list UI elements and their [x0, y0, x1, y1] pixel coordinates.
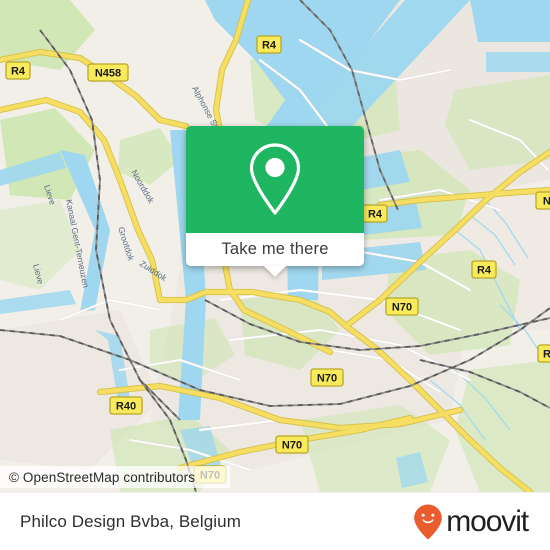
road-shield-label: R4	[262, 40, 277, 52]
road-shield-label: N70	[317, 373, 337, 385]
road-shield-label: N70	[282, 440, 302, 452]
road-shield-label: R4	[543, 349, 550, 361]
place-title: Philco Design Bvba, Belgium	[20, 511, 241, 531]
footer-bar: Philco Design Bvba, Belgium moovit	[0, 492, 550, 550]
moovit-map-screenshot: .water{fill:#9ed7ef;} .greenarea{fill:#c…	[0, 0, 550, 550]
map-attribution: © OpenStreetMap contributors	[0, 466, 230, 488]
popup-action-bar[interactable]: Take me there	[186, 233, 364, 266]
road-shield-label: R40	[116, 401, 136, 413]
road-shield-label: R4	[11, 66, 26, 78]
road-shield: R40	[109, 396, 143, 415]
road-shield-label: R4	[368, 209, 383, 221]
popup-tail	[264, 266, 286, 277]
road-shield: R4	[471, 260, 497, 279]
road-shield: N458	[87, 63, 129, 82]
moovit-pin-icon	[414, 504, 443, 539]
map-pin-icon	[249, 142, 301, 215]
road-shield: R4	[537, 344, 550, 363]
road-shield: N70	[310, 368, 344, 387]
road-shield-label: R4	[477, 265, 492, 277]
road-shield-label: N70	[392, 302, 412, 314]
moovit-logo[interactable]: moovit	[413, 503, 529, 541]
take-me-there-popup[interactable]: Take me there	[186, 126, 364, 277]
road-shield: N70	[275, 435, 309, 454]
road-shield: N708	[535, 191, 550, 210]
road-shield: R4	[362, 204, 388, 223]
road-shield-label: N708	[543, 196, 550, 208]
road-shield: N70	[385, 297, 419, 316]
road-shield-label: N458	[95, 68, 121, 80]
road-shield: R4	[5, 61, 31, 80]
take-me-there-label: Take me there	[221, 240, 329, 258]
attribution-text: © OpenStreetMap contributors	[9, 469, 196, 485]
road-shield: R4	[256, 35, 282, 54]
popup-image-area	[186, 126, 364, 233]
moovit-wordmark: moovit	[446, 504, 529, 538]
